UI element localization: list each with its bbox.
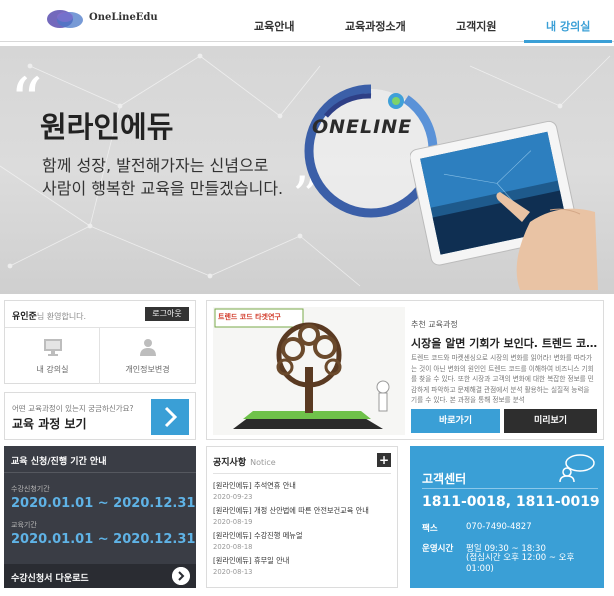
nav-course-intro[interactable]: 교육과정소개 xyxy=(345,18,406,34)
course-period-label: 교육기간 xyxy=(11,521,37,529)
logout-button[interactable]: 로그아웃 xyxy=(145,307,189,321)
hours-lunch: (점심시간 오후 12:00 ~ 오후 01:00) xyxy=(466,553,575,574)
divider xyxy=(4,472,196,473)
hours-label: 운영시간 xyxy=(422,544,454,554)
welcome-panel: 유인준님 환영합니다. 로그아웃 내 강의실 개인정보변경 xyxy=(4,300,196,384)
notice-item-date: 2020-09-23 xyxy=(213,493,253,501)
hero-subtitle-line1: 함께 성장, 발전해가자는 신념으로 xyxy=(42,156,269,175)
monitor-icon xyxy=(44,339,62,356)
application-download-button[interactable]: 수강신청서 다운로드 xyxy=(4,564,196,588)
enrollment-period-panel: 교육 신청/진행 기간 안내 수강신청기간 2020.01.01 ~ 2020.… xyxy=(4,446,196,588)
chevron-right-icon xyxy=(164,406,178,428)
welcome-shortcuts: 내 강의실 개인정보변경 xyxy=(5,327,195,384)
period-title: 교육 신청/진행 기간 안내 xyxy=(11,457,107,467)
course-view-button[interactable] xyxy=(151,399,189,435)
download-label: 수강신청서 다운로드 xyxy=(11,574,89,584)
profile-edit-label: 개인정보변경 xyxy=(125,365,170,374)
nav-customer-support[interactable]: 고객지원 xyxy=(456,18,496,34)
course-question: 어떤 교육과정이 있는지 궁금하신가요? xyxy=(12,404,134,413)
nav-active-indicator xyxy=(524,40,612,43)
preview-button[interactable]: 미리보기 xyxy=(504,409,597,433)
notice-more-button[interactable]: + xyxy=(377,453,391,467)
greeting-text: 님 환영합니다. xyxy=(36,312,87,321)
notice-item-title: [원라인에듀] 개정 산안법에 따른 안전보건교육 안내 xyxy=(213,506,369,515)
nav-education-info[interactable]: 교육안내 xyxy=(254,18,294,34)
logo-icon[interactable] xyxy=(46,8,86,30)
recommended-description: 트렌드 코드와 마켓센싱으로 시장의 변화를 읽어라! 변화를 따라가는 것이 … xyxy=(411,354,594,404)
tablet-hand-image xyxy=(410,120,598,290)
chevron-right-circle-icon xyxy=(172,567,190,585)
notice-item-date: 2020-08-13 xyxy=(213,568,253,576)
notice-item[interactable]: [원라인에듀] 개정 산안법에 따른 안전보건교육 안내 2020-08-19 xyxy=(213,506,393,526)
customer-center-phone: 1811-0018, 1811-0019 xyxy=(422,494,600,510)
site-header: OneLineEdu 교육안내 교육과정소개 고객지원 내 강의실 xyxy=(0,0,614,43)
divider xyxy=(213,473,391,474)
course-view-panel[interactable]: 어떤 교육과정이 있는지 궁금하신가요? 교육 과정 보기 xyxy=(4,392,196,440)
recommended-course-panel: 트렌드 코드 타겟연구 추천 교육과정 시장을 알면 기회가 보인다. 트렌드 … xyxy=(206,300,604,440)
go-button[interactable]: 바로가기 xyxy=(411,409,500,433)
hero-banner: “ ” 원라인에듀 함께 성장, 발전해가자는 신념으로 사람이 행복한 교육을… xyxy=(0,46,614,294)
hero-subtitle-line2: 사람이 행복한 교육을 만들겠습니다. xyxy=(42,179,284,198)
divider xyxy=(422,488,598,489)
my-classroom-link[interactable]: 내 강의실 xyxy=(5,328,100,384)
profile-edit-link[interactable]: 개인정보변경 xyxy=(100,328,195,384)
chat-person-icon xyxy=(559,454,595,482)
notice-item[interactable]: [원라인에듀] 추석연휴 안내 2020-09-23 xyxy=(213,481,393,501)
notice-item-title: [원라인에듀] 추석연휴 안내 xyxy=(213,481,296,490)
logo-text[interactable]: OneLineEdu xyxy=(89,12,158,23)
notice-title: 공지사항 xyxy=(213,458,247,468)
welcome-greeting: 유인준님 환영합니다. xyxy=(12,309,86,322)
notice-heading: 공지사항 Notice xyxy=(213,455,276,468)
course-thumbnail[interactable]: 트렌드 코드 타겟연구 xyxy=(213,307,405,435)
nav-my-classroom[interactable]: 내 강의실 xyxy=(546,18,590,34)
thumbnail-caption: 트렌드 코드 타겟연구 xyxy=(218,313,281,321)
customer-center-panel: 고객센터 1811-0018, 1811-0019 팩스 070-7490-48… xyxy=(410,446,604,588)
apply-period-value: 2020.01.01 ~ 2020.12.31 xyxy=(11,496,196,511)
fax-value: 070-7490-4827 xyxy=(466,522,532,532)
notice-item[interactable]: [원라인에듀] 수강진행 메뉴얼 2020-08-18 xyxy=(213,531,393,551)
course-period-value: 2020.01.01 ~ 2020.12.31 xyxy=(11,532,196,547)
notice-panel: 공지사항 Notice + [원라인에듀] 추석연휴 안내 2020-09-23 … xyxy=(206,446,398,588)
notice-item-title: [원라인에듀] 수강진행 메뉴얼 xyxy=(213,531,303,540)
notice-item-date: 2020-08-19 xyxy=(213,518,253,526)
notice-item-date: 2020-08-18 xyxy=(213,543,253,551)
notice-item-title: [원라인에듀] 휴무일 안내 xyxy=(213,556,290,565)
fax-label: 팩스 xyxy=(422,524,438,534)
course-view-title: 교육 과정 보기 xyxy=(12,417,87,431)
notice-title-en: Notice xyxy=(250,458,276,467)
customer-center-title: 고객센터 xyxy=(422,472,467,486)
tree-smartphone-image xyxy=(213,307,405,435)
user-name: 유인준 xyxy=(12,312,37,322)
notice-item[interactable]: [원라인에듀] 휴무일 안내 2020-08-13 xyxy=(213,556,393,576)
person-icon xyxy=(140,339,156,356)
recommended-title[interactable]: 시장을 알면 기회가 보인다. 트렌드 코… xyxy=(411,335,597,351)
hero-title: 원라인에듀 xyxy=(40,110,174,144)
apply-period-label: 수강신청기간 xyxy=(11,485,50,493)
recommended-label: 추천 교육과정 xyxy=(411,320,458,329)
quote-open-icon: “ xyxy=(10,65,43,139)
oneline-ring-text: ONELINE xyxy=(312,116,413,138)
my-classroom-label: 내 강의실 xyxy=(36,365,69,374)
